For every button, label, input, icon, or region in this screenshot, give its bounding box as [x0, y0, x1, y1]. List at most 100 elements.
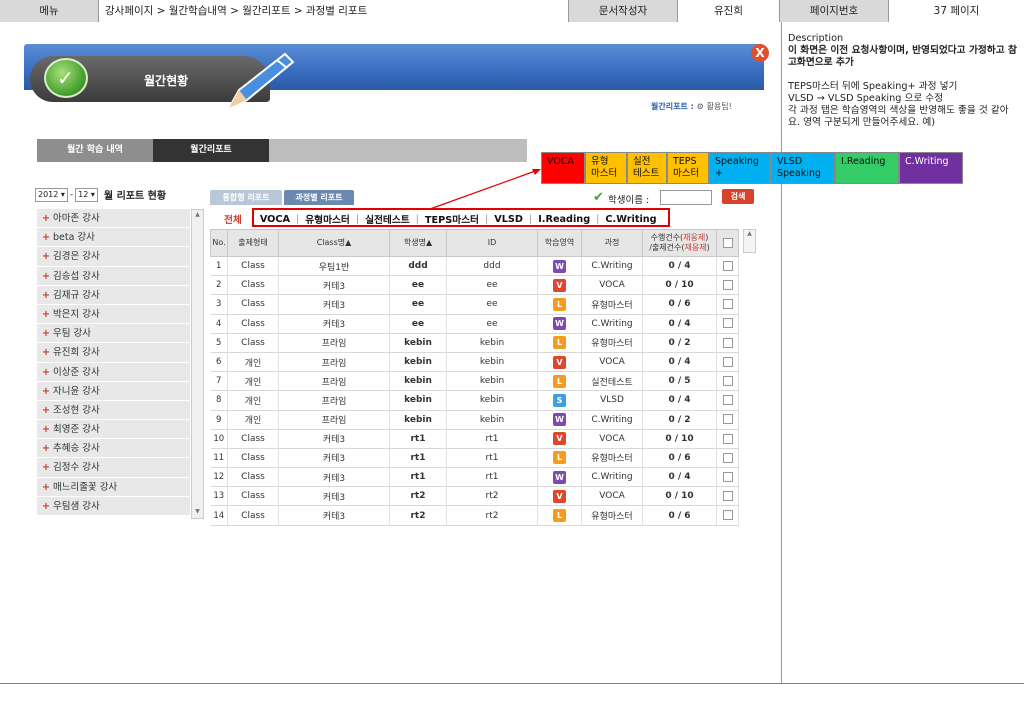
table-row[interactable]: 12 Class 커테3 rt1 rt1 W C.Writing 0 / 4 — [210, 467, 739, 488]
legend-tab-2: 실전 테스트 — [627, 152, 667, 184]
search-button[interactable]: 검색 — [722, 189, 754, 204]
table-row[interactable]: 14 Class 커테3 rt2 rt2 L 유형마스터 0 / 6 — [210, 505, 739, 526]
cell-class: 프라임 — [278, 352, 390, 373]
cell-select[interactable] — [716, 352, 739, 373]
cell-id: ee — [446, 294, 538, 315]
select-all-checkbox[interactable] — [722, 237, 733, 248]
teacher-item[interactable]: + 최영준 강사 — [37, 420, 190, 440]
teacher-item[interactable]: + 김정수 강사 — [37, 458, 190, 478]
row-checkbox[interactable] — [722, 299, 733, 310]
table-row[interactable]: 2 Class 커테3 ee ee V VOCA 0 / 10 — [210, 275, 739, 296]
cell-select[interactable] — [716, 429, 739, 449]
header-select-all[interactable] — [716, 229, 739, 257]
filter-all[interactable]: 전체 — [224, 212, 242, 226]
teacher-item[interactable]: + 김경은 강사 — [37, 247, 190, 267]
teacher-item[interactable]: + 매느리줄꽃 강사 — [37, 477, 190, 497]
table-scrollbar[interactable]: ▲ — [743, 229, 756, 253]
row-checkbox[interactable] — [722, 356, 733, 367]
teacher-item[interactable]: + 추혜승 강사 — [37, 439, 190, 459]
teacher-item[interactable]: + 이상준 강사 — [37, 362, 190, 382]
teacher-item[interactable]: + 유진희 강사 — [37, 343, 190, 363]
teacher-item[interactable]: + 자니윤 강사 — [37, 381, 190, 401]
legend-tab-0: VOCA — [541, 152, 585, 184]
cell-select[interactable] — [716, 486, 739, 507]
teacher-item[interactable]: + beta 강사 — [37, 228, 190, 248]
table-row[interactable]: 11 Class 커테3 rt1 rt1 L 유형마스터 0 / 6 — [210, 448, 739, 469]
cell-select[interactable] — [716, 448, 739, 469]
plus-icon: + — [42, 289, 50, 301]
table-row[interactable]: 8 개인 프라임 kebin kebin S VLSD 0 / 4 — [210, 390, 739, 411]
cell-area: L — [537, 505, 582, 526]
table-row[interactable]: 3 Class 커테3 ee ee L 유형마스터 0 / 6 — [210, 294, 739, 315]
table-row[interactable]: 7 개인 프라임 kebin kebin L 실전테스트 0 / 5 — [210, 371, 739, 392]
row-checkbox[interactable] — [722, 452, 733, 463]
header-student[interactable]: 학생명▲ — [389, 229, 447, 257]
teacher-item[interactable]: + 우팀샘 강사 — [37, 496, 190, 516]
header-class[interactable]: Class명▲ — [278, 229, 390, 257]
cell-progress: 0 / 10 — [642, 275, 717, 296]
plus-icon: + — [42, 500, 50, 512]
table-scroll-up-icon[interactable]: ▲ — [744, 230, 755, 237]
cell-select[interactable] — [716, 275, 739, 296]
cell-progress: 0 / 2 — [642, 410, 717, 430]
row-checkbox[interactable] — [722, 260, 733, 271]
table-row[interactable]: 13 Class 커테3 rt2 rt2 V VOCA 0 / 10 — [210, 486, 739, 507]
tab-integrated-report[interactable]: 통합형 리포트 — [210, 190, 282, 205]
cell-course: 유형마스터 — [581, 448, 643, 469]
row-checkbox[interactable] — [722, 318, 733, 329]
monthly-report-link[interactable]: 월간리포트 : ⚙ 활용팁! — [651, 101, 732, 112]
legend-tab-1: 유형 마스터 — [585, 152, 627, 184]
cell-select[interactable] — [716, 256, 739, 277]
month-select[interactable]: 12 ▾ — [75, 187, 98, 202]
teacher-item[interactable]: + 김재규 강사 — [37, 285, 190, 305]
table-row[interactable]: 10 Class 커테3 rt1 rt1 V VOCA 0 / 10 — [210, 429, 739, 449]
student-name-label: 학생이름 : — [608, 195, 650, 206]
teacher-item[interactable]: + 조성현 강사 — [37, 400, 190, 421]
table-row[interactable]: 1 Class 우팀1반 ddd ddd W C.Writing 0 / 4 — [210, 256, 739, 277]
row-checkbox[interactable] — [722, 433, 733, 444]
teacher-item[interactable]: + 우팀 강사 — [37, 324, 190, 344]
year-select[interactable]: 2012 ▾ — [35, 187, 68, 202]
teacher-item[interactable]: + 박은지 강사 — [37, 304, 190, 325]
row-checkbox[interactable] — [722, 491, 733, 502]
student-name-input[interactable] — [660, 190, 712, 205]
cell-select[interactable] — [716, 505, 739, 526]
close-button[interactable]: X — [751, 44, 769, 62]
row-checkbox[interactable] — [722, 375, 733, 386]
cell-select[interactable] — [716, 314, 739, 334]
row-checkbox[interactable] — [722, 471, 733, 482]
tab-monthly-learning[interactable]: 월간 학습 내역 — [37, 139, 153, 162]
cell-select[interactable] — [716, 333, 739, 353]
cell-no: 5 — [210, 333, 228, 353]
legend-tab-5: VLSD Speaking — [771, 152, 835, 184]
row-checkbox[interactable] — [722, 395, 733, 406]
row-checkbox[interactable] — [722, 510, 733, 521]
scroll-up-icon[interactable]: ▲ — [193, 211, 202, 220]
page-number-label: 페이지번호 — [780, 0, 889, 22]
row-checkbox[interactable] — [722, 337, 733, 348]
cell-progress: 0 / 10 — [642, 429, 717, 449]
table-row[interactable]: 4 Class 커테3 ee ee W C.Writing 0 / 4 — [210, 314, 739, 334]
area-badge-icon: L — [553, 336, 566, 350]
tab-course-report[interactable]: 과정별 리포트 — [284, 190, 354, 205]
cell-select[interactable] — [716, 410, 739, 430]
row-checkbox[interactable] — [722, 280, 733, 291]
cell-class: 커테3 — [278, 294, 390, 315]
table-row[interactable]: 5 Class 프라임 kebin kebin L 유형마스터 0 / 2 — [210, 333, 739, 353]
area-badge-icon: V — [553, 278, 566, 292]
cell-select[interactable] — [716, 467, 739, 488]
cell-select[interactable] — [716, 371, 739, 392]
row-checkbox[interactable] — [722, 414, 733, 425]
teacher-item[interactable]: + 김승섭 강사 — [37, 266, 190, 286]
table-row[interactable]: 6 개인 프라임 kebin kebin V VOCA 0 / 4 — [210, 352, 739, 373]
tab-monthly-report[interactable]: 월간리포트 — [153, 139, 269, 162]
legend-tab-6: I.Reading — [835, 152, 899, 184]
cell-student: ee — [389, 314, 447, 334]
scroll-down-icon[interactable]: ▼ — [193, 508, 202, 517]
cell-select[interactable] — [716, 294, 739, 315]
teacher-item[interactable]: + 아마존 강사 — [37, 209, 190, 229]
table-row[interactable]: 9 개인 프라임 kebin kebin W C.Writing 0 / 2 — [210, 410, 739, 430]
teacher-list-scrollbar[interactable]: ▲ ▼ — [191, 209, 204, 519]
cell-type: Class — [227, 467, 279, 488]
cell-select[interactable] — [716, 390, 739, 411]
